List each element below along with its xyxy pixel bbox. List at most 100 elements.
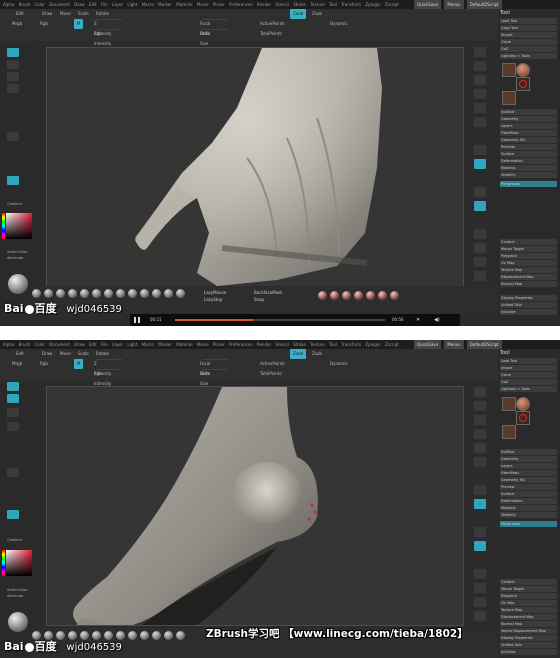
menu-item-macro[interactable]: Macro xyxy=(142,2,154,7)
menu-item-document[interactable]: Document xyxy=(49,342,70,347)
material-chalk-icon[interactable] xyxy=(378,291,387,300)
dynamic-button[interactable]: Dynamic xyxy=(330,359,348,369)
alpha-picker-icon[interactable] xyxy=(7,72,19,81)
morph-target-section[interactable]: Morph Target xyxy=(500,586,557,592)
geometry-section[interactable]: Geometry xyxy=(500,116,557,122)
copy-tool-button[interactable]: Copy Tool xyxy=(500,25,557,31)
contact-section[interactable]: Contact xyxy=(500,239,557,245)
alternate-label[interactable]: Alternate xyxy=(7,256,23,260)
brush-snakehook-icon[interactable] xyxy=(152,289,161,298)
aahalf-icon[interactable] xyxy=(474,457,486,467)
tool-thumb-foot-icon[interactable] xyxy=(502,397,516,411)
menu-item-brush[interactable]: Brush xyxy=(19,2,31,7)
frame-icon[interactable] xyxy=(474,569,486,579)
xyz-icon[interactable] xyxy=(474,541,486,551)
tool-thumb-ring-icon[interactable] xyxy=(516,77,530,91)
zsub-button[interactable]: Zsub xyxy=(312,349,322,359)
bpr-icon[interactable] xyxy=(474,47,486,57)
lightbox-tools-button[interactable]: Lightbox > Tools xyxy=(500,386,557,392)
snap-button[interactable]: Snap xyxy=(254,297,264,302)
scale-view-icon[interactable] xyxy=(474,597,486,607)
stroke-picker-icon[interactable] xyxy=(7,394,19,403)
material-toyplastic-icon[interactable] xyxy=(366,291,375,300)
draw-button[interactable]: Draw xyxy=(42,349,52,359)
lightbox-tools-button[interactable]: Lightbox > Tools xyxy=(500,53,557,59)
uv-map-section[interactable]: UV Map xyxy=(500,260,557,266)
deformation-section[interactable]: Deformation xyxy=(500,498,557,504)
import-button[interactable]: Import xyxy=(500,32,557,38)
quicksave-button[interactable]: QuickSave xyxy=(414,340,442,349)
lasso-icon[interactable] xyxy=(7,132,19,141)
menu-item-stencil[interactable]: Stencil xyxy=(275,2,289,7)
brush-flatten-icon[interactable] xyxy=(164,631,173,640)
tool-thumb-hand-icon[interactable] xyxy=(502,425,516,439)
texture-map-section[interactable]: Texture Map xyxy=(500,267,557,273)
surface-section[interactable]: Surface xyxy=(500,491,557,497)
local-icon[interactable] xyxy=(474,187,486,197)
brush-pinch-icon[interactable] xyxy=(104,289,113,298)
m-button[interactable]: M xyxy=(74,19,84,29)
brush-inflate-icon[interactable] xyxy=(92,289,101,298)
goz-button[interactable]: GoZ xyxy=(500,379,557,385)
display-properties-section[interactable]: Display Properties xyxy=(500,295,557,301)
tool-thumb-sphere-icon[interactable] xyxy=(516,63,530,77)
rotate-button[interactable]: Rotate xyxy=(96,9,109,19)
menu-item-file[interactable]: File xyxy=(101,342,108,347)
mrgb-button[interactable]: Mrgb xyxy=(12,359,22,369)
menu-item-material[interactable]: Material xyxy=(176,342,192,347)
menu-item-transform[interactable]: Transform xyxy=(341,342,361,347)
menu-item-picker[interactable]: Picker xyxy=(213,2,225,7)
rotate-view-icon[interactable] xyxy=(474,611,486,621)
actual-icon[interactable] xyxy=(474,103,486,113)
menu-item-zplugin[interactable]: Zplugin xyxy=(365,342,380,347)
vector-displacement-map-section[interactable]: Vector Displacement Map xyxy=(500,628,557,634)
move-button[interactable]: Move xyxy=(60,349,71,359)
switch-color-label[interactable]: SwitchColor xyxy=(7,250,28,254)
unified-skin-section[interactable]: Unified Skin xyxy=(500,642,557,648)
material-picker-icon[interactable] xyxy=(7,510,19,519)
menu-item-document[interactable]: Document xyxy=(49,2,70,7)
zoom-icon[interactable] xyxy=(474,429,486,439)
scale-button[interactable]: Scale xyxy=(78,349,89,359)
brush-mallet-icon[interactable] xyxy=(176,631,185,640)
clone-button[interactable]: Clone xyxy=(500,372,557,378)
floor-icon[interactable] xyxy=(474,159,486,169)
menu-item-preferences[interactable]: Preferences xyxy=(229,2,253,7)
menu-item-zscript[interactable]: Zscript xyxy=(385,2,399,7)
canvas-viewport[interactable] xyxy=(46,386,464,626)
fibermesh-section[interactable]: FiberMesh xyxy=(500,130,557,136)
scale-view-icon[interactable] xyxy=(474,257,486,267)
scale-button[interactable]: Scale xyxy=(78,9,89,19)
move-view-icon[interactable] xyxy=(474,583,486,593)
texture-picker-icon[interactable] xyxy=(7,84,19,93)
initialize-section[interactable]: Initialize xyxy=(500,649,557,655)
texture-map-section[interactable]: Texture Map xyxy=(500,607,557,613)
menu-item-texture[interactable]: Texture xyxy=(310,342,325,347)
menu-item-movie[interactable]: Movie xyxy=(197,342,209,347)
tool-thumb-foot-icon[interactable] xyxy=(502,91,516,105)
color-picker[interactable] xyxy=(2,550,32,576)
subtool-section[interactable]: SubTool xyxy=(500,449,557,455)
rotate-button[interactable]: Rotate xyxy=(96,349,109,359)
menu-item-tool[interactable]: Tool xyxy=(329,342,337,347)
load-tool-button[interactable]: Load Tool xyxy=(500,18,557,24)
uv-map-section[interactable]: UV Map xyxy=(500,600,557,606)
alternate-label[interactable]: Alternate xyxy=(7,594,23,598)
initialize-section[interactable]: Initialize xyxy=(500,309,557,315)
color-picker[interactable] xyxy=(2,213,32,239)
menu-item-macro[interactable]: Macro xyxy=(142,342,154,347)
brush-dam-standard-icon[interactable] xyxy=(80,289,89,298)
menu-item-zscript[interactable]: Zscript xyxy=(385,342,399,347)
material-basic-icon[interactable] xyxy=(330,291,339,300)
polygroups-section[interactable]: Polygroups xyxy=(500,181,557,187)
masking-section[interactable]: Masking xyxy=(500,505,557,511)
menus-toggle[interactable]: Menus xyxy=(444,0,464,9)
menu-item-draw[interactable]: Draw xyxy=(74,2,84,7)
brush-picker-icon[interactable] xyxy=(7,382,19,391)
persp-icon[interactable] xyxy=(474,145,486,155)
rgb-button[interactable]: Rgb xyxy=(40,359,48,369)
import-button[interactable]: Import xyxy=(500,365,557,371)
material-picker-icon[interactable] xyxy=(7,176,19,185)
xyz-icon[interactable] xyxy=(474,201,486,211)
menu-item-marker[interactable]: Marker xyxy=(158,2,172,7)
